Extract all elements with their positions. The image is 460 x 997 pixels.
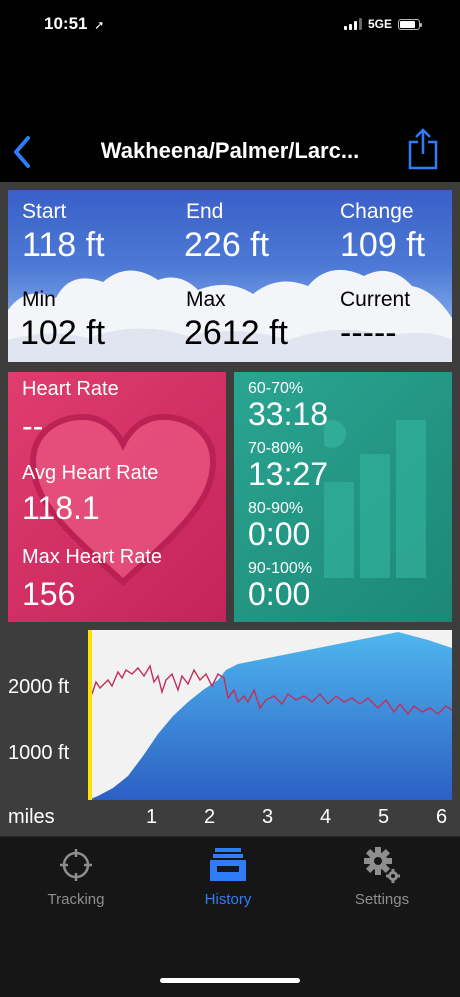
inbox-tray-icon xyxy=(168,845,288,885)
x-tick-4: 4 xyxy=(320,806,332,828)
max-label: Max xyxy=(186,288,226,311)
location-arrow-icon: ➚ xyxy=(94,18,105,32)
start-marker xyxy=(88,630,92,800)
max-heart-rate-value: 156 xyxy=(22,576,76,612)
zone-3-value: 0:00 xyxy=(248,516,311,552)
x-tick-3: 3 xyxy=(262,806,274,828)
avg-heart-rate-value: 118.1 xyxy=(22,490,100,526)
max-value: 2612 ft xyxy=(184,314,288,352)
end-label: End xyxy=(186,200,224,223)
y-axis-label-2000: 2000 ft xyxy=(8,676,70,698)
status-time: 10:51 ➚ xyxy=(44,14,104,34)
current-label: Current xyxy=(340,288,411,311)
signal-icon xyxy=(343,18,362,30)
change-value: 109 ft xyxy=(340,226,426,264)
tab-history-label: History xyxy=(204,891,252,908)
heart-rate-panel: Heart Rate -- Avg Heart Rate 118.1 Max H… xyxy=(8,372,226,622)
back-button[interactable] xyxy=(8,132,38,172)
min-value: 102 ft xyxy=(20,314,106,352)
start-label: Start xyxy=(22,200,67,223)
elevation-chart-svg xyxy=(88,632,452,800)
tab-tracking[interactable]: Tracking xyxy=(16,845,136,908)
elevation-area xyxy=(88,632,452,800)
elevation-panel: Start 118 ft End 226 ft Change 109 ft Mi… xyxy=(8,190,452,362)
x-tick-1: 1 xyxy=(146,806,158,828)
home-indicator[interactable] xyxy=(160,978,300,983)
x-tick-5: 5 xyxy=(378,806,390,828)
share-icon xyxy=(408,128,438,170)
heart-rate-label: Heart Rate xyxy=(22,378,119,400)
end-value: 226 ft xyxy=(184,226,270,264)
network-type: 5GE xyxy=(367,17,392,31)
tab-bar: Tracking History Settings xyxy=(0,836,460,997)
gears-icon xyxy=(322,845,442,885)
heart-zones-panel: 60-70% 33:18 70-80% 13:27 80-90% 0:00 90… xyxy=(234,372,452,622)
battery-icon xyxy=(398,18,422,30)
zone-2-value: 13:27 xyxy=(248,456,329,492)
elevation-chart[interactable] xyxy=(88,630,452,800)
x-axis-unit: miles xyxy=(8,806,55,828)
chevron-left-icon xyxy=(14,136,30,168)
status-indicators: 5GE xyxy=(343,16,422,32)
start-value: 118 ft xyxy=(22,226,105,264)
bar-graph-icon xyxy=(324,420,426,578)
share-button[interactable] xyxy=(404,126,444,172)
x-tick-2: 2 xyxy=(204,806,216,828)
min-label: Min xyxy=(22,288,56,311)
zone-1-value: 33:18 xyxy=(248,396,329,432)
page-title: Wakheena/Palmer/Larc... xyxy=(100,138,360,163)
avg-heart-rate-label: Avg Heart Rate xyxy=(22,462,159,484)
heart-rate-value: -- xyxy=(22,408,44,444)
change-label: Change xyxy=(340,200,414,223)
tab-settings-label: Settings xyxy=(354,891,410,908)
tab-settings[interactable]: Settings xyxy=(322,845,442,908)
y-axis-label-1000: 1000 ft xyxy=(8,742,70,764)
max-heart-rate-label: Max Heart Rate xyxy=(22,546,163,568)
tab-tracking-label: Tracking xyxy=(47,891,105,908)
crosshair-icon xyxy=(16,845,136,885)
tab-history[interactable]: History xyxy=(168,845,288,908)
time-text: 10:51 xyxy=(44,14,88,33)
x-tick-6: 6 xyxy=(436,806,448,828)
zone-4-value: 0:00 xyxy=(248,576,311,612)
current-value: ----- xyxy=(340,314,397,352)
